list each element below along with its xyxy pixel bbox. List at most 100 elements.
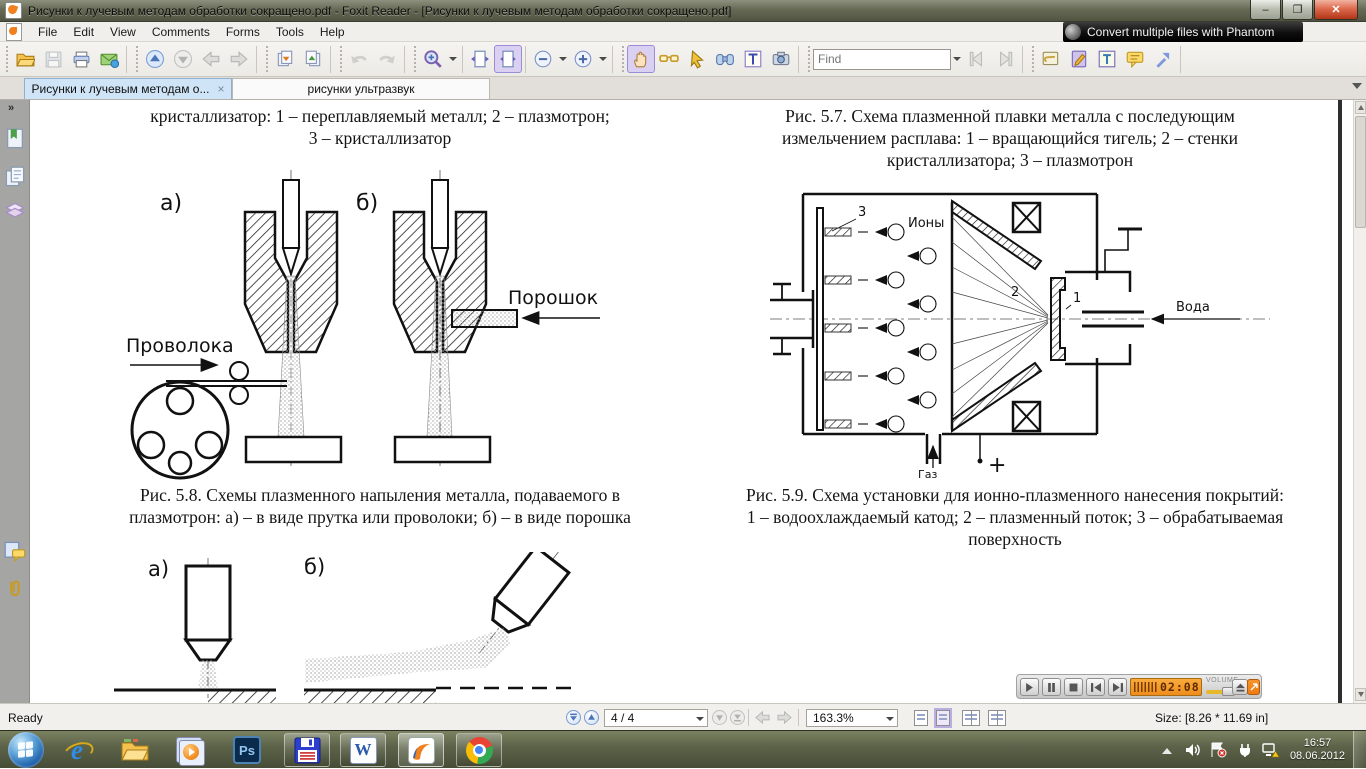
print-button[interactable] [67,45,95,73]
fit-page-button[interactable] [494,45,522,73]
continuous-layout-button[interactable] [934,708,952,728]
find-dropdown[interactable] [953,57,961,61]
scroll-down-icon[interactable] [1355,688,1366,701]
start-button[interactable] [8,732,44,768]
zoom-combo-caret[interactable] [886,717,894,721]
previous-track-button[interactable] [1086,678,1105,696]
facing-layout-button[interactable] [962,710,980,726]
eject-button[interactable] [1232,679,1248,695]
taskbar-foxit-icon[interactable] [398,733,444,767]
layers-panel-icon[interactable] [4,198,26,220]
taskbar-explorer-icon[interactable] [112,733,158,767]
fit-width-button[interactable] [466,45,494,73]
play-button[interactable] [1020,678,1039,696]
pdf-page[interactable]: кристаллизатор: 1 – переплавляемый метал… [30,100,1353,703]
zoom-tool-dropdown[interactable] [449,57,457,61]
first-page-button[interactable] [566,710,581,725]
menu-file[interactable]: File [30,23,65,41]
search-button[interactable] [711,45,739,73]
sidebar-expand-icon[interactable]: » [8,102,14,114]
next-view-status-button[interactable] [776,710,793,728]
typewriter-button[interactable] [1093,45,1121,73]
menu-forms[interactable]: Forms [218,23,268,41]
zoom-out-dropdown[interactable] [559,57,567,61]
taskbar-ie-icon[interactable]: e [54,733,100,767]
show-desktop-button[interactable] [1353,731,1366,769]
action-center-icon[interactable] [1208,739,1230,761]
menu-tools[interactable]: Tools [268,23,312,41]
select-annotation-button[interactable] [683,45,711,73]
previous-view-button[interactable] [141,45,169,73]
taskbar-photoshop-icon[interactable]: Ps [224,733,270,767]
close-button[interactable]: ✕ [1314,0,1358,20]
next-track-button[interactable] [1108,678,1127,696]
save-button[interactable] [39,45,67,73]
taskbar-chrome-icon[interactable] [456,733,502,767]
toolbar-grip[interactable] [620,46,625,72]
toolbar-grip[interactable] [4,46,9,72]
taskbar-word-icon[interactable]: W [340,733,386,767]
menu-comments[interactable]: Comments [144,23,218,41]
email-button[interactable] [95,45,123,73]
pages-panel-icon[interactable] [4,166,26,188]
forward-button[interactable] [225,45,253,73]
select-text-button[interactable] [739,45,767,73]
zoom-tool-button[interactable] [419,45,447,73]
minimize-button[interactable]: – [1250,0,1281,20]
next-view-button[interactable] [169,45,197,73]
menu-edit[interactable]: Edit [65,23,102,41]
toolbar-grip[interactable] [1030,46,1035,72]
zoom-in-button[interactable] [569,45,597,73]
phantom-ad-banner[interactable]: Convert multiple files with Phantom [1063,22,1303,42]
network-warning-icon[interactable] [1260,739,1282,761]
toolbar-grip[interactable] [134,46,139,72]
zoom-in-dropdown[interactable] [599,57,607,61]
zoom-out-button[interactable] [529,45,557,73]
toolbar-grip[interactable] [806,46,811,72]
tab-ultrazvuk[interactable]: рисунки ультразвук [232,78,490,99]
page-combo-caret[interactable] [696,717,704,721]
comments-panel-icon[interactable] [4,540,26,563]
tab-close-icon[interactable]: × [217,82,224,96]
open-button[interactable] [11,45,39,73]
arrow-annotation-button[interactable] [1149,45,1177,73]
next-page-button[interactable] [712,710,727,725]
hand-tool-button[interactable] [627,45,655,73]
tab-list-dropdown[interactable] [1352,83,1362,89]
continuous-facing-layout-button[interactable] [988,710,1006,726]
toolbar-grip[interactable] [412,46,417,72]
attachments-panel-icon[interactable] [4,578,26,600]
taskbar-floppy-app-icon[interactable] [284,733,330,767]
scrollbar-thumb[interactable] [1355,116,1366,228]
snapshot-button[interactable] [767,45,795,73]
restore-button[interactable]: ❐ [1282,0,1313,20]
find-previous-button[interactable] [963,45,991,73]
back-button[interactable] [197,45,225,73]
taskbar-wmp-icon[interactable] [166,733,212,767]
previous-page-button[interactable] [584,710,599,725]
import-page-button[interactable] [271,45,299,73]
toolbar-grip[interactable] [338,46,343,72]
page-number-combo[interactable]: 4 / 4 [604,709,708,727]
attach-file-button[interactable] [1037,45,1065,73]
redo-button[interactable] [373,45,401,73]
pencil-annotation-button[interactable] [1065,45,1093,73]
note-comment-button[interactable] [1121,45,1149,73]
single-page-layout-button[interactable] [914,710,928,726]
volume-icon[interactable] [1182,739,1204,761]
previous-view-status-button[interactable] [754,710,771,728]
tray-expand-icon[interactable] [1156,739,1178,761]
find-next-button[interactable] [991,45,1019,73]
last-page-button[interactable] [730,710,745,725]
reflow-button[interactable] [655,45,683,73]
export-page-button[interactable] [299,45,327,73]
pause-button[interactable] [1042,678,1061,696]
menu-help[interactable]: Help [312,23,353,41]
power-plug-icon[interactable] [1234,739,1256,761]
find-input[interactable] [813,48,951,70]
tab-luchevye-metody[interactable]: Рисунки к лучевым методам о... × [24,78,232,99]
scroll-up-icon[interactable] [1355,101,1366,114]
menu-view[interactable]: View [102,23,144,41]
player-menu-button[interactable] [1247,679,1260,695]
stop-button[interactable] [1064,678,1083,696]
